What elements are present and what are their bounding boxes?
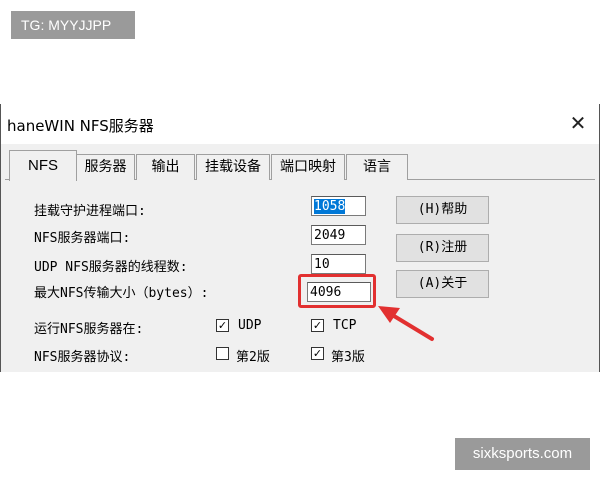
annotation-arrow-icon bbox=[378, 306, 434, 341]
tab-nfs[interactable]: NFS bbox=[9, 150, 77, 181]
